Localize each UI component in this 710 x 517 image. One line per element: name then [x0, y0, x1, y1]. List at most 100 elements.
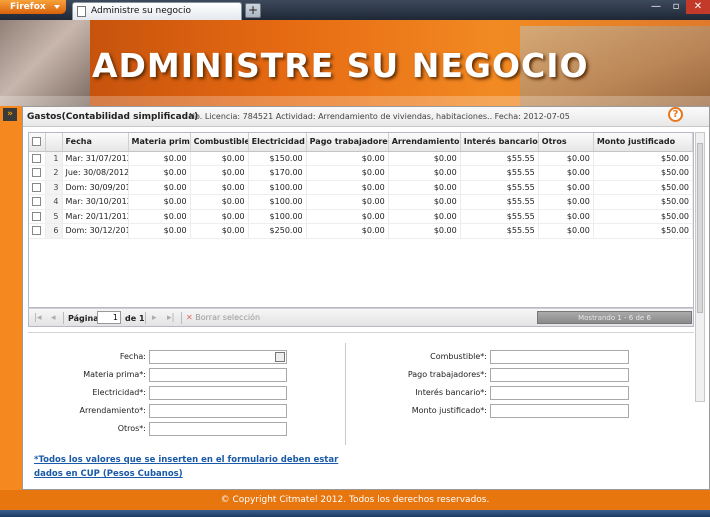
- cell-value: $0.00: [306, 209, 389, 224]
- paging-status: Mostrando 1 - 6 de 6: [537, 311, 692, 324]
- collapsed-sidebar: »: [0, 106, 22, 490]
- cell-value: $0.00: [388, 194, 461, 210]
- page-label: Página: [68, 314, 99, 323]
- cell-value: $250.00: [248, 223, 307, 239]
- field-label: Electricidad*:: [92, 388, 146, 397]
- cell-value: $0.00: [190, 223, 249, 239]
- cell-value: $0.00: [128, 223, 191, 239]
- column-header[interactable]: Interés bancario: [460, 133, 539, 152]
- date-field[interactable]: [149, 350, 287, 364]
- cell-value: $0.00: [388, 209, 461, 224]
- row-checkbox[interactable]: [29, 194, 46, 210]
- cell-value: $0.00: [128, 165, 191, 181]
- minimize-button[interactable]: —: [646, 0, 666, 14]
- cell-value: $0.00: [538, 151, 594, 166]
- table-row[interactable]: 1 Mar: 31/07/2012 $0.00 $0.00 $150.00 $0…: [29, 151, 694, 166]
- cell-value: $0.00: [388, 151, 461, 166]
- raw-material-input[interactable]: [149, 368, 287, 382]
- first-page-icon[interactable]: |◂: [34, 313, 42, 323]
- select-all-checkbox[interactable]: [29, 133, 46, 152]
- row-number: 1: [45, 151, 63, 166]
- column-header[interactable]: Pago trabajadores: [306, 133, 389, 152]
- cell-date: Mar: 30/10/2012: [62, 194, 129, 210]
- vertical-scrollbar[interactable]: [695, 132, 705, 402]
- field-row: Arrendamiento*:: [28, 404, 308, 419]
- cell-value: $55.55: [460, 194, 539, 210]
- page-of-label: de 1: [125, 314, 145, 323]
- cell-value: $0.00: [388, 223, 461, 239]
- column-header[interactable]: Electricidad: [248, 133, 307, 152]
- cell-value: $0.00: [388, 180, 461, 195]
- next-page-icon[interactable]: ▸: [152, 313, 157, 323]
- bank-interest-input[interactable]: [490, 386, 629, 400]
- cell-value: $55.55: [460, 165, 539, 181]
- cell-value: $0.00: [190, 194, 249, 210]
- rent-input[interactable]: [149, 404, 287, 418]
- row-checkbox[interactable]: [29, 180, 46, 195]
- field-label: Combustible*:: [430, 352, 487, 361]
- column-header[interactable]: Fecha: [62, 133, 129, 152]
- new-tab-button[interactable]: +: [245, 3, 261, 18]
- cell-value: $55.55: [460, 209, 539, 224]
- cell-value: $0.00: [306, 151, 389, 166]
- cell-value: $0.00: [306, 194, 389, 210]
- row-number: 6: [45, 223, 63, 239]
- scrollbar-thumb[interactable]: [697, 143, 703, 313]
- column-header[interactable]: Arrendamiento: [388, 133, 461, 152]
- cell-value: $50.00: [593, 223, 694, 239]
- prev-page-icon[interactable]: ◂: [51, 313, 56, 323]
- column-header[interactable]: Otros: [538, 133, 594, 152]
- workers-pay-input[interactable]: [490, 368, 629, 382]
- field-row: Monto justificado*:: [358, 404, 658, 419]
- fuel-input[interactable]: [490, 350, 629, 364]
- table-row[interactable]: 6 Dom: 30/12/2012 $0.00 $0.00 $250.00 $0…: [29, 223, 694, 239]
- help-icon[interactable]: ?: [668, 107, 683, 122]
- page-number-input[interactable]: [97, 311, 121, 324]
- paging-toolbar: |◂ ◂ Página de 1 ▸ ▸| ✕ Borrar selección…: [28, 308, 694, 327]
- form-divider: [345, 343, 346, 445]
- license-info: No. Licencia: 784521 Actividad: Arrendam…: [189, 112, 570, 121]
- row-checkbox[interactable]: [29, 165, 46, 181]
- field-label: Fecha:: [119, 352, 146, 361]
- field-label: Pago trabajadores*:: [407, 370, 487, 379]
- cell-date: Dom: 30/12/2012: [62, 223, 129, 239]
- column-header[interactable]: Combustible: [190, 133, 249, 152]
- cell-value: $0.00: [306, 180, 389, 195]
- maximize-button[interactable]: ▫: [666, 0, 686, 14]
- cell-value: $0.00: [128, 151, 191, 166]
- row-checkbox[interactable]: [29, 223, 46, 239]
- cell-value: $150.00: [248, 151, 307, 166]
- electricity-input[interactable]: [149, 386, 287, 400]
- justified-amount-input[interactable]: [490, 404, 629, 418]
- cell-value: $50.00: [593, 180, 694, 195]
- panel-header: Gastos(Contabilidad simplificada) No. Li…: [23, 107, 709, 127]
- field-row: Pago trabajadores*:: [358, 368, 658, 383]
- row-checkbox[interactable]: [29, 151, 46, 166]
- delete-selection-button[interactable]: ✕ Borrar selección: [186, 313, 260, 322]
- banner-strip: [0, 96, 710, 106]
- tab-title: Administre su negocio: [91, 6, 191, 16]
- cell-value: $0.00: [306, 223, 389, 239]
- table-row[interactable]: 5 Mar: 20/11/2012 $0.00 $0.00 $100.00 $0…: [29, 209, 694, 224]
- other-input[interactable]: [149, 422, 287, 436]
- cell-value: $100.00: [248, 194, 307, 210]
- row-checkbox[interactable]: [29, 209, 46, 224]
- table-row[interactable]: 2 Jue: 30/08/2012 $0.00 $0.00 $170.00 $0…: [29, 165, 694, 181]
- firefox-menu-button[interactable]: Firefox: [0, 0, 66, 14]
- field-label: Materia prima*:: [83, 370, 146, 379]
- row-number: 4: [45, 194, 63, 210]
- column-header[interactable]: Materia prima: [128, 133, 191, 152]
- field-label: Otros*:: [117, 424, 146, 433]
- cell-value: $0.00: [190, 209, 249, 224]
- table-row[interactable]: 4 Mar: 30/10/2012 $0.00 $0.00 $100.00 $0…: [29, 194, 694, 210]
- toolbar-separator: [181, 312, 182, 324]
- cell-value: $0.00: [538, 180, 594, 195]
- table-row[interactable]: 3 Dom: 30/09/2012 $0.00 $0.00 $100.00 $0…: [29, 180, 694, 195]
- calendar-icon[interactable]: [275, 352, 285, 362]
- browser-tab[interactable]: Administre su negocio: [72, 2, 242, 20]
- expand-icon[interactable]: »: [3, 108, 17, 121]
- close-window-button[interactable]: ✕: [686, 0, 710, 14]
- last-page-icon[interactable]: ▸|: [167, 313, 175, 323]
- browser-titlebar: Firefox Administre su negocio + — ▫ ✕: [0, 0, 710, 20]
- column-header[interactable]: Monto justificado: [593, 133, 694, 152]
